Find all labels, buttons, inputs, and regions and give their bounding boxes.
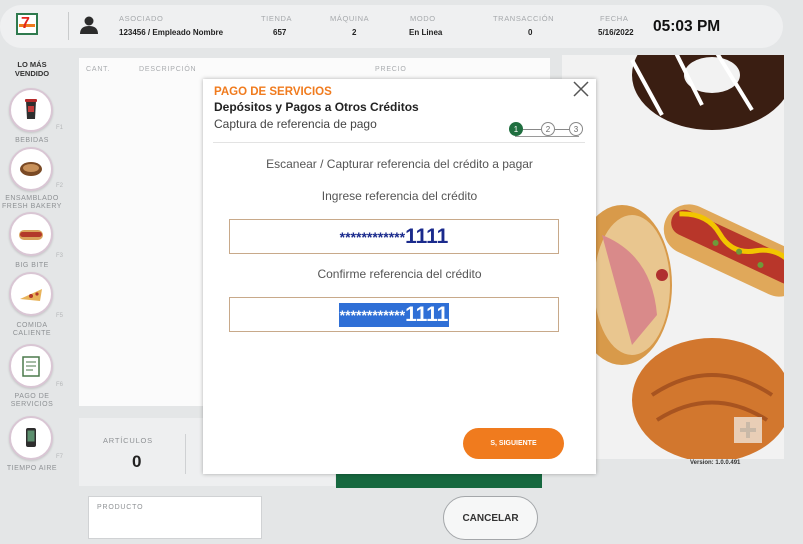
date-label: FECHA (600, 14, 629, 23)
machine-value: 2 (352, 28, 357, 37)
confirm-reference-value: ************1111 (338, 302, 450, 327)
shortcut-key: F3 (56, 253, 64, 259)
confirm-reference-label: Confirme referencia del crédito (317, 267, 482, 281)
phone-icon[interactable] (9, 416, 53, 460)
modal-category: PAGO DE SERVICIOS (214, 86, 332, 98)
column-header-qty: CANT. (86, 66, 111, 73)
hotdog-icon[interactable] (9, 212, 53, 256)
stepper-connector (523, 129, 541, 130)
shortcut-key: F6 (56, 382, 64, 388)
confirm-reference-input[interactable]: ************1111 (229, 297, 559, 332)
shortcut-key: F7 (56, 454, 64, 460)
shortcut-key: F2 (56, 183, 64, 189)
articles-label: ARTÍCULOS (103, 436, 153, 445)
column-header-description: DESCRIPCIÓN (139, 66, 197, 73)
pizza-icon[interactable] (9, 272, 53, 316)
drink-cup-icon[interactable] (9, 88, 53, 132)
product-label: PRODUCTO (97, 504, 144, 511)
summary-divider (185, 434, 186, 474)
stepper-connector (555, 129, 569, 130)
associate-label: ASOCIADO (119, 14, 164, 23)
stepper-line (515, 136, 579, 137)
clock: 05:03 PM (653, 18, 721, 35)
sidebar-item-label: ENSAMBLADO FRESH BAKERY (2, 195, 62, 210)
transaction-label: TRANSACCIÓN (493, 14, 555, 23)
store-label: TIENDA (261, 14, 293, 23)
scan-instruction: Escanear / Capturar referencia del crédi… (266, 157, 533, 171)
sidebar-item-label: PAGO DE SERVICIOS (10, 393, 54, 408)
step-3: 3 (569, 122, 583, 136)
column-header-price: PRECIO (375, 66, 407, 73)
cancel-button[interactable]: CANCELAR (443, 496, 538, 540)
step-2: 2 (541, 122, 555, 136)
shortcut-key: F1 (56, 125, 64, 131)
step-1: 1 (509, 122, 523, 136)
payment-reference-modal: PAGO DE SERVICIOS Depósitos y Pagos a Ot… (203, 79, 596, 474)
machine-label: MÁQUINA (330, 14, 370, 23)
articles-count: 0 (132, 452, 142, 471)
date-value: 5/16/2022 (598, 28, 634, 37)
seven-eleven-logo: 7 (16, 13, 38, 35)
reference-label: Ingrese referencia del crédito (321, 189, 478, 203)
modal-divider (213, 142, 585, 143)
version-label: Version: 1.0.0.491 (690, 460, 741, 466)
bakery-icon[interactable] (9, 147, 53, 191)
sidebar-title: LO MÁS VENDIDO (14, 60, 50, 78)
transaction-value: 0 (528, 28, 533, 37)
reference-value: ************1111 (339, 224, 449, 248)
sidebar-item-label: BIG BITE (15, 262, 49, 269)
product-input[interactable]: PRODUCTO (88, 496, 262, 539)
shortcut-key: F5 (56, 313, 64, 319)
total-bar (336, 474, 542, 488)
user-icon (80, 16, 98, 34)
bill-icon[interactable] (9, 344, 53, 388)
associate-value: 123456 / Empleado Nombre (119, 28, 224, 37)
store-value: 657 (273, 28, 287, 37)
header-divider (68, 12, 69, 40)
close-icon[interactable] (571, 79, 591, 99)
mode-label: MODO (410, 14, 436, 23)
sidebar-item-label: COMIDA CALIENTE (12, 322, 52, 337)
mode-value: En Linea (409, 28, 443, 37)
sidebar-item-label: BEBIDAS (15, 137, 49, 144)
reference-input[interactable]: ************1111 (229, 219, 559, 254)
modal-title: Depósitos y Pagos a Otros Créditos (214, 100, 419, 114)
sidebar-item-label: TIEMPO AIRE (6, 465, 58, 472)
modal-subtitle: Captura de referencia de pago (214, 117, 377, 131)
next-button[interactable]: S, SIGUIENTE (463, 428, 564, 459)
